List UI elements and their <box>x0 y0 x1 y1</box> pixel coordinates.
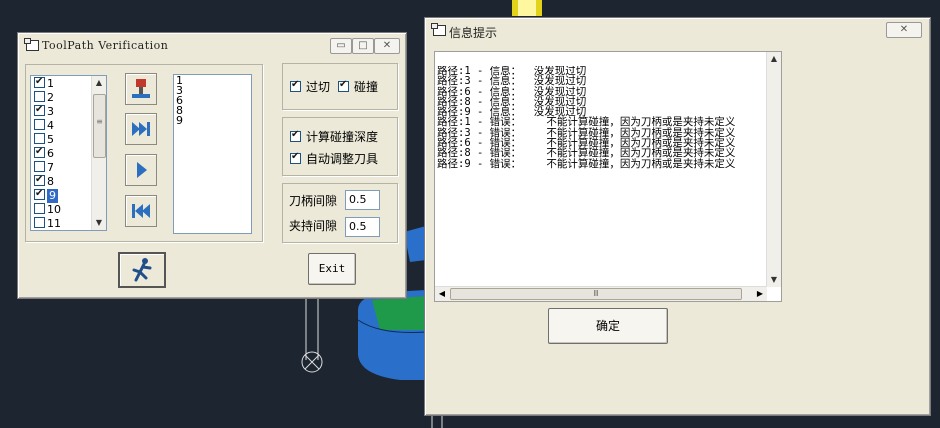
selected-paths-list[interactable]: 13689 <box>173 74 252 234</box>
fast-forward-icon <box>132 122 150 136</box>
selected-paths-rows: 13689 <box>174 75 251 126</box>
clamp-gap-label: 夹持间隙 <box>289 219 338 233</box>
running-person-icon <box>132 258 152 282</box>
minimize-button[interactable]: ▭ <box>330 38 352 54</box>
scroll-right-icon[interactable]: ▶ <box>753 287 767 301</box>
message-lines: 路径:1 - 信息： 没发现过切 路径:3 - 信息： 没发现过切 路径:6 - 信… <box>437 66 765 169</box>
path-checklist-scrollbar[interactable]: ▲ ≡ ▼ <box>91 76 106 230</box>
path-item-label: 3 <box>47 105 54 118</box>
scroll-down-icon[interactable]: ▼ <box>767 273 781 287</box>
selected-path-item[interactable]: 6 <box>176 95 251 106</box>
overcut-label: 过切 <box>306 80 331 94</box>
rewind-button[interactable] <box>125 195 157 227</box>
info-window: 信息提示 ✕ 路径:1 - 信息： 没发现过切 路径:3 - 信息： 没发现过切路… <box>424 17 931 416</box>
scroll-down-icon[interactable]: ▼ <box>92 216 106 230</box>
toolpath-verification-window: ToolPath Verification ▭ □ ✕ 123456789101… <box>17 32 407 299</box>
path-item-label: 9 <box>47 189 58 203</box>
calc-depth-label: 计算碰撞深度 <box>306 130 379 144</box>
auto-adjust-checkbox[interactable] <box>290 151 301 164</box>
info-titlebar[interactable]: 信息提示 ✕ <box>427 20 928 40</box>
path-item-label: 7 <box>47 161 54 174</box>
path-checkbox[interactable] <box>34 76 45 89</box>
path-checkbox[interactable] <box>34 133 45 144</box>
run-verification-button[interactable] <box>118 252 166 288</box>
tool-select-button[interactable] <box>125 73 157 105</box>
path-checkbox[interactable] <box>34 119 45 130</box>
path-checkbox[interactable] <box>34 91 45 102</box>
ok-button[interactable]: 确定 <box>548 308 668 344</box>
selected-path-item[interactable]: 1 <box>176 75 251 86</box>
info-window-title: 信息提示 <box>449 26 498 40</box>
toolpath-window-title: ToolPath Verification <box>42 39 169 52</box>
message-vscrollbar[interactable]: ▲ ▼ <box>766 52 781 287</box>
scroll-up-icon[interactable]: ▲ <box>92 76 106 90</box>
message-list[interactable]: 路径:1 - 信息： 没发现过切 路径:3 - 信息： 没发现过切 路径:6 - 信… <box>434 51 782 302</box>
restore-button[interactable]: □ <box>352 38 374 54</box>
rewind-icon <box>132 204 150 218</box>
path-checkbox[interactable] <box>34 203 45 214</box>
scroll-up-icon[interactable]: ▲ <box>767 52 781 66</box>
message-hscrollbar[interactable]: ◀ Ⅲ ▶ <box>435 286 767 301</box>
holder-gap-label: 刀柄间隙 <box>289 194 338 208</box>
path-item-label: 8 <box>47 175 54 188</box>
selected-path-item[interactable]: 9 <box>176 115 251 126</box>
selected-path-item[interactable]: 3 <box>176 85 251 96</box>
play-icon <box>137 162 147 178</box>
path-checkbox[interactable] <box>34 145 45 159</box>
path-checkbox[interactable] <box>34 161 45 172</box>
auto-adjust-label: 自动调整刀具 <box>306 152 379 166</box>
collision-label: 碰撞 <box>354 80 379 94</box>
path-checkbox[interactable] <box>34 173 45 187</box>
path-item-label: 4 <box>47 119 54 132</box>
tool-holder-icon <box>132 79 150 98</box>
path-item-label: 2 <box>47 91 54 104</box>
path-item-label: 6 <box>47 147 54 160</box>
window-icon <box>431 23 446 36</box>
collision-checkbox[interactable] <box>338 79 349 92</box>
selected-path-item[interactable]: 8 <box>176 105 251 116</box>
path-item-label: 1 <box>47 77 54 90</box>
fast-forward-button[interactable] <box>125 113 157 145</box>
play-button[interactable] <box>125 154 157 186</box>
hscroll-thumb[interactable]: Ⅲ <box>450 288 742 300</box>
path-item-label: 10 <box>47 203 61 216</box>
scroll-thumb[interactable]: ≡ <box>93 94 106 158</box>
holder-gap-input[interactable]: 0.5 <box>345 190 380 210</box>
window-icon <box>24 38 39 51</box>
toolpath-titlebar[interactable]: ToolPath Verification ▭ □ ✕ <box>20 35 404 55</box>
path-checkbox[interactable] <box>34 103 45 117</box>
options-group <box>282 117 398 176</box>
path-checkbox[interactable] <box>34 187 45 201</box>
path-item-label: 11 <box>47 217 61 230</box>
scroll-left-icon[interactable]: ◀ <box>435 287 449 301</box>
overcut-checkbox[interactable] <box>290 79 301 92</box>
calc-depth-checkbox[interactable] <box>290 129 301 142</box>
clamp-gap-input[interactable]: 0.5 <box>345 217 380 237</box>
close-button[interactable]: ✕ <box>374 38 400 54</box>
exit-button[interactable]: Exit <box>308 253 356 285</box>
path-item-label: 5 <box>47 133 54 146</box>
message-line: 路径:9 - 错误： 不能计算碰撞，因为刀柄或是夹持未定义 <box>437 157 736 169</box>
close-button[interactable]: ✕ <box>886 22 922 38</box>
path-checkbox[interactable] <box>34 217 45 228</box>
path-checklist[interactable]: 1234567891011 ▲ ≡ ▼ <box>30 75 107 231</box>
